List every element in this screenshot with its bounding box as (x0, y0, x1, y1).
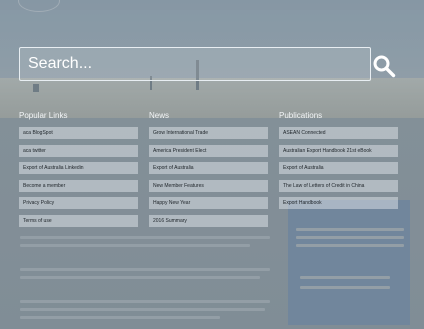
news-item[interactable]: Grow International Trade (149, 127, 268, 139)
news-item[interactable]: America President Elect (149, 144, 268, 157)
news-title: News (149, 111, 170, 120)
publication-item[interactable]: Australian Export Handbook 21st eBook (279, 144, 398, 157)
publication-item[interactable]: Export Handbook (279, 197, 398, 209)
news-item[interactable]: Export of Australia (149, 162, 268, 174)
search-icon (373, 55, 396, 78)
search-button[interactable] (372, 54, 396, 78)
news-column: News Grow International Trade America Pr… (149, 111, 268, 232)
popular-links-column: Popular Links aca BlogSpot aca twitter E… (19, 111, 138, 232)
search-field[interactable] (19, 47, 371, 81)
news-item[interactable]: Happy New Year (149, 197, 268, 209)
publication-item[interactable]: ASEAN Connected (279, 127, 398, 139)
popular-link-item[interactable]: Export of Australia Linkedin (19, 162, 138, 174)
popular-links-title: Popular Links (19, 111, 68, 120)
publication-item[interactable]: The Law of Letters of Credit in China (279, 179, 398, 192)
popular-link-item[interactable]: Terms of use (19, 214, 138, 227)
news-item[interactable]: 2016 Summary (149, 214, 268, 227)
popular-link-item[interactable]: Become a member (19, 179, 138, 192)
popular-link-item[interactable]: aca twitter (19, 144, 138, 157)
publications-title: Publications (279, 111, 323, 120)
popular-link-item[interactable]: aca BlogSpot (19, 127, 138, 139)
popular-link-item[interactable]: Privacy Policy (19, 197, 138, 209)
search-input[interactable] (20, 48, 370, 80)
publications-column: Publications ASEAN Connected Australian … (279, 111, 398, 215)
publication-item[interactable]: Export of Australia (279, 162, 398, 174)
news-item[interactable]: New Member Features (149, 179, 268, 192)
